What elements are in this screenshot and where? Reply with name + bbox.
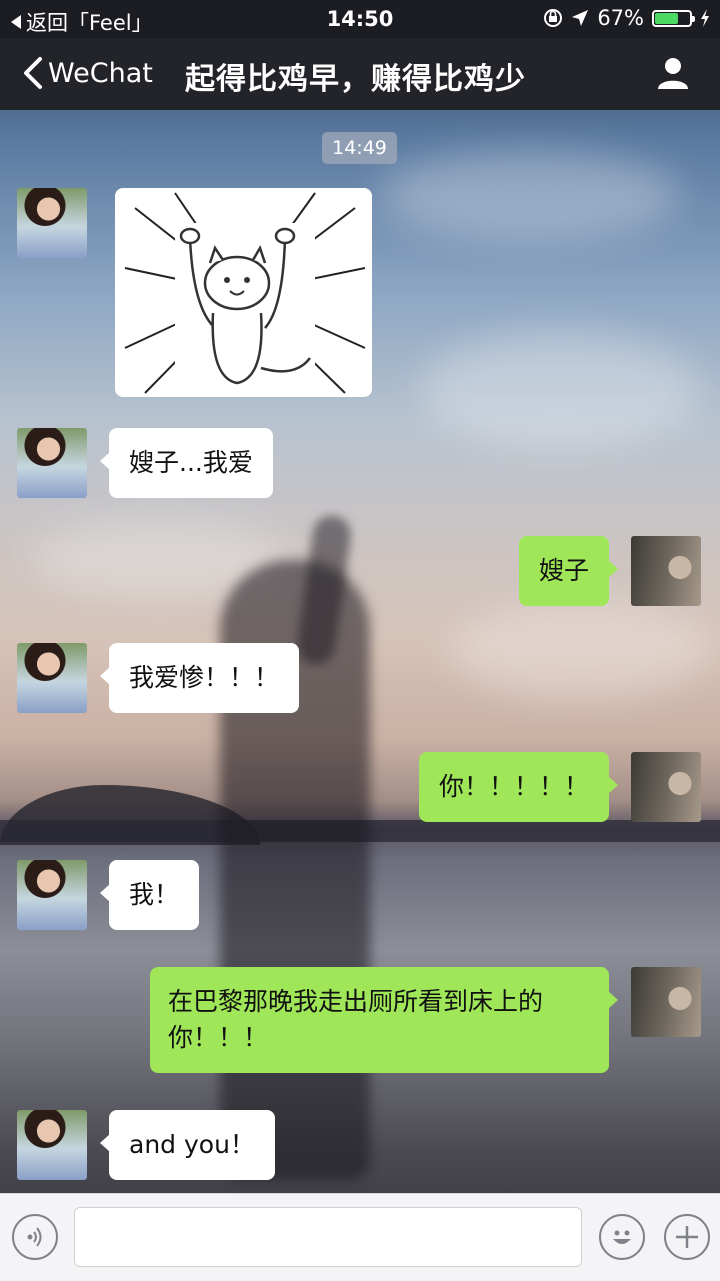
received-message[interactable]: 我！ [99,860,200,930]
message-text: and you！ [129,1130,255,1159]
rotation-lock-icon [544,9,563,27]
message-text: 我！ [129,880,180,909]
message-text: 你！！！！！ [438,772,589,801]
sent-message[interactable]: 嫂子 [518,536,619,606]
received-message[interactable]: and you！ [100,1110,275,1180]
contact-avatar[interactable] [17,860,87,930]
cat-sticker-image [124,192,366,394]
chat-title: 起得比鸡早，赚得比鸡少 [185,62,526,97]
my-avatar[interactable] [631,967,701,1037]
message-text: 嫂子...我爱 [129,448,253,477]
my-avatar[interactable] [631,752,701,822]
received-message[interactable]: 嫂子...我爱 [100,428,273,498]
contact-avatar[interactable] [17,643,87,713]
person-icon [658,58,688,89]
message-list[interactable]: 14:49 嫂子...我爱 嫂子 我爱惨！！！ 你！！！！！ 我！ 在巴黎那晚我… [0,110,720,1193]
message-timestamp: 14:49 [322,132,397,164]
message-text: 我爱惨！！！ [129,663,280,692]
back-label: WeChat [48,57,153,89]
sent-message[interactable]: 在巴黎那晚我走出厕所看到床上的你！！！ [150,967,618,1073]
contact-avatar[interactable] [17,188,87,258]
sent-message[interactable]: 你！！！！！ [418,752,619,822]
chat-info-button[interactable] [656,56,690,94]
my-avatar[interactable] [631,536,701,606]
message-text: 嫂子 [538,556,589,585]
plus-icon [676,1226,698,1248]
emoji-icon [613,1230,631,1244]
chat-header: WeChat 起得比鸡早，赚得比鸡少 [0,38,720,110]
status-bar: 返回「Feel」 14:50 67% [0,0,720,38]
location-arrow-icon [572,10,589,26]
received-message[interactable]: 我爱惨！！！ [99,643,300,713]
chat-input-bar [0,1193,720,1281]
cat-sticker-message[interactable] [115,188,372,397]
battery-icon [652,9,695,27]
chevron-left-icon [24,57,42,89]
battery-percent: 67% [597,6,644,30]
back-button[interactable]: WeChat [22,56,153,90]
voice-button[interactable] [12,1214,58,1260]
more-button[interactable] [664,1214,710,1260]
message-input[interactable] [74,1207,582,1267]
message-text: 在巴黎那晚我走出厕所看到床上的你！！！ [168,987,544,1052]
contact-avatar[interactable] [17,1110,87,1180]
voice-icon [27,1227,42,1247]
charging-bolt-icon [701,9,709,27]
emoji-button[interactable] [599,1214,645,1260]
contact-avatar[interactable] [17,428,87,498]
battery-level-fill [655,12,678,24]
